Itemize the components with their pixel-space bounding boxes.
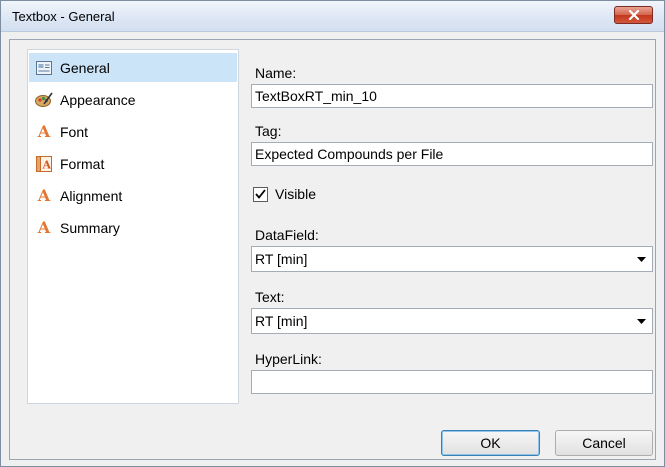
general-icon <box>35 59 53 77</box>
window-title: Textbox - General <box>12 9 115 24</box>
visible-checkbox[interactable] <box>253 186 268 202</box>
hyperlink-label: HyperLink: <box>255 351 322 367</box>
cancel-button[interactable]: Cancel <box>555 430 653 456</box>
nav-item-format[interactable]: A Format <box>29 149 237 178</box>
nav-item-label: Alignment <box>60 187 123 204</box>
datafield-value: RT [min] <box>255 251 308 267</box>
format-icon: A <box>35 155 53 173</box>
category-list: General Appearance A Font A Format A Ali… <box>27 49 239 404</box>
name-input[interactable] <box>251 84 653 108</box>
datafield-combobox[interactable]: RT [min] <box>251 246 653 272</box>
nav-item-alignment[interactable]: A Alignment <box>29 181 237 210</box>
nav-item-label: General <box>60 59 110 76</box>
datafield-dropdown-button[interactable] <box>630 247 652 271</box>
text-label: Text: <box>255 289 285 305</box>
dialog-content: General Appearance A Font A Format A Ali… <box>9 39 656 460</box>
font-a-icon: A <box>37 122 51 141</box>
dialog-window: Textbox - General General Appearance A F… <box>0 0 665 467</box>
nav-item-label: Font <box>60 123 89 140</box>
nav-item-summary[interactable]: A Summary <box>29 213 237 242</box>
name-label: Name: <box>255 65 297 81</box>
nav-item-label: Format <box>60 155 105 172</box>
summary-a-icon: A <box>37 218 51 237</box>
close-button[interactable] <box>614 6 653 24</box>
text-value: RT [min] <box>255 313 308 329</box>
svg-text:A: A <box>42 158 52 171</box>
nav-item-font[interactable]: A Font <box>29 117 237 146</box>
close-icon <box>628 10 639 20</box>
nav-item-label: Appearance <box>60 91 136 108</box>
text-combobox[interactable]: RT [min] <box>251 308 653 334</box>
text-dropdown-button[interactable] <box>630 309 652 333</box>
ok-button[interactable]: OK <box>441 430 540 456</box>
visible-label: Visible <box>275 186 316 202</box>
nav-item-label: Summary <box>60 219 120 236</box>
nav-item-general[interactable]: General <box>29 53 237 82</box>
visible-checkbox-row[interactable]: Visible <box>253 184 316 204</box>
chevron-down-icon <box>636 318 646 324</box>
datafield-label: DataField: <box>255 227 319 243</box>
hyperlink-input[interactable] <box>251 370 653 394</box>
tag-input[interactable] <box>251 142 653 166</box>
alignment-a-icon: A <box>37 186 51 205</box>
title-bar[interactable]: Textbox - General <box>1 1 664 32</box>
chevron-down-icon <box>636 256 646 262</box>
nav-item-appearance[interactable]: Appearance <box>29 85 237 114</box>
checkmark-icon <box>255 189 266 199</box>
tag-label: Tag: <box>255 123 282 139</box>
palette-icon <box>35 91 53 109</box>
